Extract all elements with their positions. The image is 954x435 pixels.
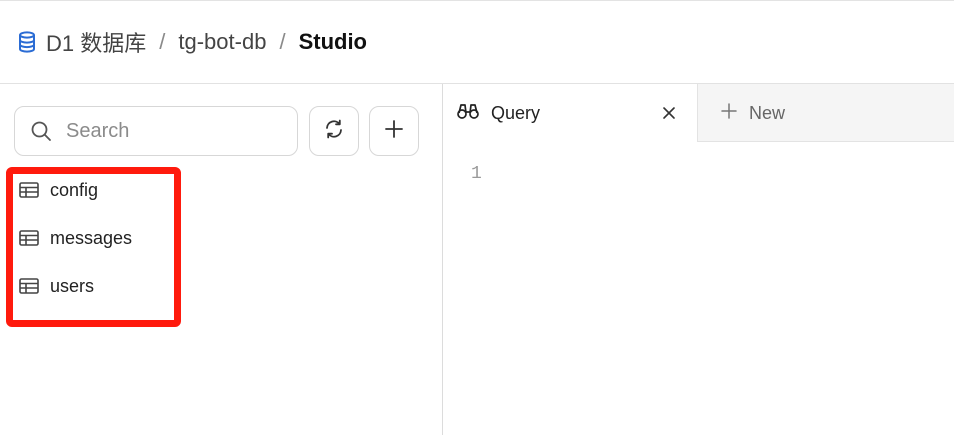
breadcrumb: D1 数据库 / tg-bot-db / Studio xyxy=(0,0,954,84)
breadcrumb-item-current: Studio xyxy=(298,28,367,54)
breadcrumb-item-database[interactable]: D1 数据库 xyxy=(46,26,146,58)
table-item-label: messages xyxy=(50,227,133,248)
table-item-label: config xyxy=(50,179,99,200)
refresh-button[interactable] xyxy=(309,106,359,156)
search-box[interactable] xyxy=(14,106,298,156)
refresh-icon xyxy=(323,118,345,145)
tab-query-label: Query xyxy=(491,102,541,123)
binoculars-icon xyxy=(457,102,479,125)
table-icon xyxy=(18,179,40,201)
table-list: config messages users xyxy=(0,166,200,310)
breadcrumb-separator: / xyxy=(279,28,286,54)
breadcrumb-item-db-name[interactable]: tg-bot-db xyxy=(178,29,266,55)
close-icon[interactable] xyxy=(659,103,679,123)
table-icon xyxy=(18,275,40,297)
tab-bar: Query New xyxy=(443,84,954,142)
search-input[interactable] xyxy=(64,118,278,144)
new-tab-button[interactable]: New xyxy=(721,84,785,142)
table-item-messages[interactable]: messages xyxy=(0,214,200,262)
search-icon xyxy=(30,120,52,142)
breadcrumb-separator: / xyxy=(159,28,166,54)
table-item-config[interactable]: config xyxy=(0,166,200,214)
plus-icon xyxy=(721,102,737,124)
add-table-button[interactable] xyxy=(369,106,419,156)
sidebar: config messages xyxy=(0,84,443,435)
tab-query[interactable]: Query xyxy=(443,84,698,142)
new-tab-label: New xyxy=(749,102,786,123)
studio-page: D1 数据库 / tg-bot-db / Studio Search confi… xyxy=(0,0,954,435)
database-icon xyxy=(18,30,38,53)
query-editor[interactable]: 1 xyxy=(443,142,954,435)
table-item-users[interactable]: users xyxy=(0,262,200,310)
table-item-label: users xyxy=(50,275,95,296)
line-number: 1 xyxy=(471,164,482,184)
plus-icon xyxy=(384,119,404,144)
table-icon xyxy=(18,227,40,249)
